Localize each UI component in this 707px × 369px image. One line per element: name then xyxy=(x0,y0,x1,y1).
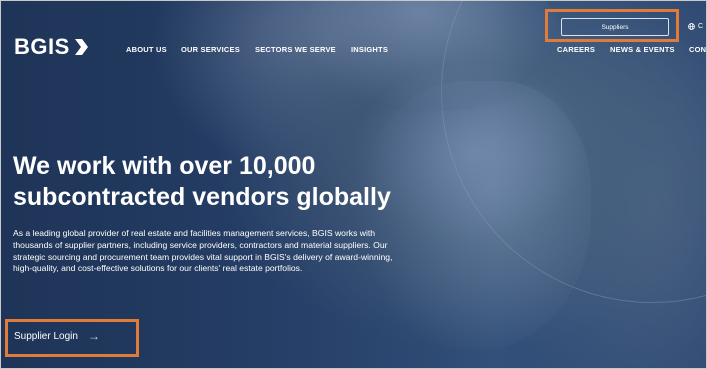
nav-careers[interactable]: CAREERS xyxy=(557,45,595,54)
language-label: C xyxy=(698,23,704,30)
highlight-box-supplier-login xyxy=(5,319,139,357)
headline-line-1: We work with over 10,000 xyxy=(13,152,316,180)
logo-chevron-icon xyxy=(74,39,88,55)
nav-about-us[interactable]: ABOUT US xyxy=(126,45,167,54)
nav-insights[interactable]: INSIGHTS xyxy=(351,45,388,54)
headline-line-2: subcontracted vendors globally xyxy=(13,183,391,211)
page-frame: BGIS ABOUT US OUR SERVICES SECTORS WE SE… xyxy=(0,0,707,369)
globe-icon xyxy=(688,23,695,30)
nav-sectors-we-serve[interactable]: SECTORS WE SERVE xyxy=(255,45,336,54)
nav-contact[interactable]: CON xyxy=(689,45,706,54)
highlight-box-suppliers xyxy=(545,9,679,42)
brand-logo[interactable]: BGIS xyxy=(14,34,89,60)
language-selector[interactable]: C xyxy=(688,23,703,30)
hero-headline: We work with over 10,000 subcontracted v… xyxy=(13,151,433,213)
nav-news-events[interactable]: NEWS & EVENTS xyxy=(610,45,675,54)
hero-paragraph: As a leading global provider of real est… xyxy=(13,228,393,274)
logo-text: BGIS xyxy=(14,34,70,59)
nav-our-services[interactable]: OUR SERVICES xyxy=(181,45,240,54)
